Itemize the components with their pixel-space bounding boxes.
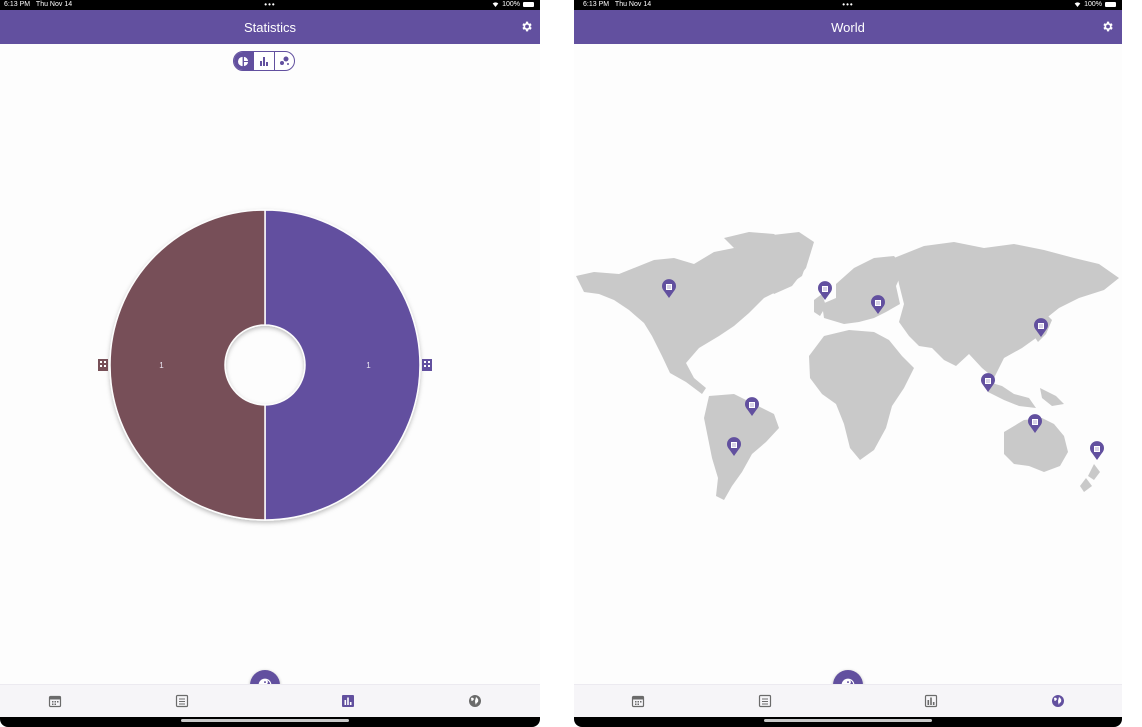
- slice-value-label: 1: [159, 361, 164, 370]
- slice-value-label: 1: [366, 361, 371, 370]
- status-bar: 6:13 PM Thu Nov 14 ••• 100%: [574, 0, 1122, 10]
- battery-percent: 100%: [1084, 1, 1102, 8]
- donut-chart: 11: [98, 209, 432, 521]
- list-icon[interactable]: [175, 694, 189, 708]
- asia-land: [894, 242, 1119, 378]
- bar-chart-option[interactable]: [253, 52, 273, 70]
- world-screen: 6:13 PM Thu Nov 14 ••• 100% World: [574, 0, 1122, 727]
- home-indicator[interactable]: [181, 719, 349, 722]
- gear-icon[interactable]: [520, 20, 533, 33]
- page-title: World: [831, 19, 865, 35]
- building-icon: [98, 359, 108, 371]
- status-date: Thu Nov 14: [35, 1, 73, 8]
- status-date: Thu Nov 14: [614, 1, 652, 8]
- stats-icon[interactable]: [341, 694, 355, 708]
- globe-icon[interactable]: [468, 694, 482, 708]
- list-icon[interactable]: [758, 694, 772, 708]
- wifi-icon: [492, 2, 499, 7]
- status-time: 6:13 PM: [583, 1, 610, 8]
- scatter-icon: [279, 56, 289, 65]
- chart-type-toggle: [233, 51, 295, 71]
- battery-icon: [1105, 2, 1116, 7]
- statistics-screen: 6:13 PM Thu Nov 14 ••• 100% Statistics 1…: [0, 0, 540, 727]
- multitask-dots[interactable]: •••: [264, 0, 275, 9]
- bottom-nav: [0, 684, 540, 717]
- page-title: Statistics: [243, 19, 296, 35]
- europe-land: [822, 256, 904, 324]
- status-bar: 6:13 PM Thu Nov 14 ••• 100%: [0, 0, 540, 10]
- multitask-dots[interactable]: •••: [842, 0, 853, 9]
- status-time: 6:13 PM: [4, 1, 31, 8]
- world-map[interactable]: [574, 228, 1122, 508]
- donut-slice[interactable]: [264, 209, 421, 521]
- bar-chart-icon: [259, 57, 268, 66]
- bottom-nav: [574, 684, 1122, 717]
- map-pin-new-zealand[interactable]: [1090, 441, 1104, 460]
- battery-percent: 100%: [502, 1, 520, 8]
- south-america-land: [704, 394, 779, 500]
- donut-slice[interactable]: [109, 209, 266, 521]
- battery-icon: [523, 2, 534, 7]
- scatter-option[interactable]: [273, 52, 294, 70]
- stats-icon[interactable]: [924, 694, 938, 708]
- gear-icon[interactable]: [1101, 20, 1114, 33]
- pie-chart-icon: [238, 56, 249, 66]
- home-indicator[interactable]: [764, 719, 932, 722]
- africa-land: [809, 330, 914, 460]
- calendar-icon[interactable]: [631, 694, 645, 708]
- app-bar: World: [574, 10, 1122, 44]
- wifi-icon: [1074, 2, 1081, 7]
- calendar-icon[interactable]: [48, 694, 62, 708]
- pie-chart-option[interactable]: [234, 52, 254, 70]
- building-icon: [422, 359, 432, 371]
- globe-icon[interactable]: [1051, 694, 1065, 708]
- app-bar: Statistics: [0, 10, 540, 44]
